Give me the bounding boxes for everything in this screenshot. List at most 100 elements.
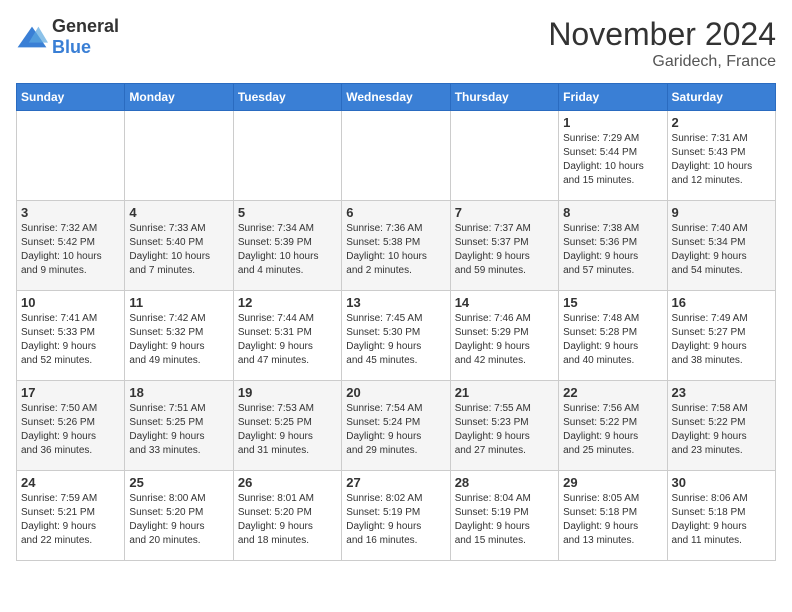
day-info: Sunrise: 7:51 AM Sunset: 5:25 PM Dayligh… [129, 402, 228, 458]
calendar-cell: 13 Sunrise: 7:45 AM Sunset: 5:30 PM Dayli… [342, 291, 450, 381]
logo: General Blue [16, 16, 119, 58]
day-number: 6 [346, 205, 445, 220]
logo-general: General [52, 16, 119, 36]
calendar-cell: 17 Sunrise: 7:50 AM Sunset: 5:26 PM Dayli… [17, 381, 125, 471]
day-number: 20 [346, 385, 445, 400]
day-number: 21 [455, 385, 554, 400]
calendar-cell: 3 Sunrise: 7:32 AM Sunset: 5:42 PM Daylig… [17, 201, 125, 291]
logo-icon [16, 25, 48, 49]
calendar-cell [17, 111, 125, 201]
day-number: 10 [21, 295, 120, 310]
calendar-week-2: 3 Sunrise: 7:32 AM Sunset: 5:42 PM Daylig… [17, 201, 776, 291]
calendar-body: 1Sunrise: 7:29 AM Sunset: 5:44 PM Daylig… [17, 111, 776, 561]
day-number: 8 [563, 205, 662, 220]
day-info: Sunrise: 8:05 AM Sunset: 5:18 PM Dayligh… [563, 492, 662, 548]
day-number: 5 [238, 205, 337, 220]
calendar-cell: 24Sunrise: 7:59 AM Sunset: 5:21 PM Dayli… [17, 471, 125, 561]
day-number: 27 [346, 475, 445, 490]
calendar-cell: 6 Sunrise: 7:36 AM Sunset: 5:38 PM Daylig… [342, 201, 450, 291]
calendar-cell: 23 Sunrise: 7:58 AM Sunset: 5:22 PM Dayli… [667, 381, 775, 471]
calendar-header: SundayMondayTuesdayWednesdayThursdayFrid… [17, 84, 776, 111]
day-info: Sunrise: 7:36 AM Sunset: 5:38 PM Dayligh… [346, 222, 445, 278]
day-number: 28 [455, 475, 554, 490]
day-info: Sunrise: 7:34 AM Sunset: 5:39 PM Dayligh… [238, 222, 337, 278]
calendar-cell: 2Sunrise: 7:31 AM Sunset: 5:43 PM Daylig… [667, 111, 775, 201]
day-info: Sunrise: 8:06 AM Sunset: 5:18 PM Dayligh… [672, 492, 771, 548]
day-info: Sunrise: 7:45 AM Sunset: 5:30 PM Dayligh… [346, 312, 445, 368]
day-info: Sunrise: 7:40 AM Sunset: 5:34 PM Dayligh… [672, 222, 771, 278]
weekday-header-tuesday: Tuesday [233, 84, 341, 111]
calendar-cell: 9Sunrise: 7:40 AM Sunset: 5:34 PM Daylig… [667, 201, 775, 291]
calendar-cell [450, 111, 558, 201]
day-number: 13 [346, 295, 445, 310]
calendar-cell: 29 Sunrise: 8:05 AM Sunset: 5:18 PM Dayli… [559, 471, 667, 561]
calendar-cell: 27 Sunrise: 8:02 AM Sunset: 5:19 PM Dayli… [342, 471, 450, 561]
day-info: Sunrise: 7:44 AM Sunset: 5:31 PM Dayligh… [238, 312, 337, 368]
day-info: Sunrise: 7:31 AM Sunset: 5:43 PM Dayligh… [672, 132, 771, 188]
day-number: 14 [455, 295, 554, 310]
calendar-cell: 16Sunrise: 7:49 AM Sunset: 5:27 PM Dayli… [667, 291, 775, 381]
day-number: 19 [238, 385, 337, 400]
calendar-cell: 22Sunrise: 7:56 AM Sunset: 5:22 PM Dayli… [559, 381, 667, 471]
day-info: Sunrise: 7:33 AM Sunset: 5:40 PM Dayligh… [129, 222, 228, 278]
calendar-cell: 28 Sunrise: 8:04 AM Sunset: 5:19 PM Dayli… [450, 471, 558, 561]
calendar-cell [125, 111, 233, 201]
calendar-cell: 14 Sunrise: 7:46 AM Sunset: 5:29 PM Dayli… [450, 291, 558, 381]
title-area: November 2024 Garidech, France [548, 16, 776, 71]
weekday-header-friday: Friday [559, 84, 667, 111]
day-number: 11 [129, 295, 228, 310]
calendar-cell: 12Sunrise: 7:44 AM Sunset: 5:31 PM Dayli… [233, 291, 341, 381]
logo-text: General Blue [52, 16, 119, 58]
day-info: Sunrise: 8:00 AM Sunset: 5:20 PM Dayligh… [129, 492, 228, 548]
calendar-cell: 21 Sunrise: 7:55 AM Sunset: 5:23 PM Dayli… [450, 381, 558, 471]
weekday-header-thursday: Thursday [450, 84, 558, 111]
month-title: November 2024 [548, 16, 776, 53]
day-info: Sunrise: 7:59 AM Sunset: 5:21 PM Dayligh… [21, 492, 120, 548]
weekday-header-monday: Monday [125, 84, 233, 111]
day-info: Sunrise: 7:50 AM Sunset: 5:26 PM Dayligh… [21, 402, 120, 458]
day-number: 23 [672, 385, 771, 400]
calendar-cell: 26 Sunrise: 8:01 AM Sunset: 5:20 PM Dayli… [233, 471, 341, 561]
calendar-cell: 19Sunrise: 7:53 AM Sunset: 5:25 PM Dayli… [233, 381, 341, 471]
day-info: Sunrise: 7:58 AM Sunset: 5:22 PM Dayligh… [672, 402, 771, 458]
day-number: 15 [563, 295, 662, 310]
calendar-cell [233, 111, 341, 201]
calendar-cell [342, 111, 450, 201]
day-number: 25 [129, 475, 228, 490]
day-info: Sunrise: 7:56 AM Sunset: 5:22 PM Dayligh… [563, 402, 662, 458]
day-info: Sunrise: 8:01 AM Sunset: 5:20 PM Dayligh… [238, 492, 337, 548]
day-info: Sunrise: 8:04 AM Sunset: 5:19 PM Dayligh… [455, 492, 554, 548]
day-number: 7 [455, 205, 554, 220]
logo-blue: Blue [52, 37, 91, 57]
day-info: Sunrise: 8:02 AM Sunset: 5:19 PM Dayligh… [346, 492, 445, 548]
weekday-header-saturday: Saturday [667, 84, 775, 111]
weekday-header-wednesday: Wednesday [342, 84, 450, 111]
day-number: 18 [129, 385, 228, 400]
day-info: Sunrise: 7:46 AM Sunset: 5:29 PM Dayligh… [455, 312, 554, 368]
day-number: 30 [672, 475, 771, 490]
day-info: Sunrise: 7:38 AM Sunset: 5:36 PM Dayligh… [563, 222, 662, 278]
calendar-cell: 7 Sunrise: 7:37 AM Sunset: 5:37 PM Daylig… [450, 201, 558, 291]
calendar-cell: 4 Sunrise: 7:33 AM Sunset: 5:40 PM Daylig… [125, 201, 233, 291]
calendar-cell: 18 Sunrise: 7:51 AM Sunset: 5:25 PM Dayli… [125, 381, 233, 471]
day-number: 26 [238, 475, 337, 490]
weekday-row: SundayMondayTuesdayWednesdayThursdayFrid… [17, 84, 776, 111]
calendar-week-3: 10Sunrise: 7:41 AM Sunset: 5:33 PM Dayli… [17, 291, 776, 381]
calendar-table: SundayMondayTuesdayWednesdayThursdayFrid… [16, 83, 776, 561]
day-info: Sunrise: 7:37 AM Sunset: 5:37 PM Dayligh… [455, 222, 554, 278]
day-info: Sunrise: 7:55 AM Sunset: 5:23 PM Dayligh… [455, 402, 554, 458]
day-info: Sunrise: 7:29 AM Sunset: 5:44 PM Dayligh… [563, 132, 662, 188]
day-info: Sunrise: 7:48 AM Sunset: 5:28 PM Dayligh… [563, 312, 662, 368]
day-number: 29 [563, 475, 662, 490]
day-number: 4 [129, 205, 228, 220]
calendar-cell: 5 Sunrise: 7:34 AM Sunset: 5:39 PM Daylig… [233, 201, 341, 291]
weekday-header-sunday: Sunday [17, 84, 125, 111]
calendar-cell: 10Sunrise: 7:41 AM Sunset: 5:33 PM Dayli… [17, 291, 125, 381]
day-info: Sunrise: 7:32 AM Sunset: 5:42 PM Dayligh… [21, 222, 120, 278]
day-number: 3 [21, 205, 120, 220]
calendar-cell: 15 Sunrise: 7:48 AM Sunset: 5:28 PM Dayli… [559, 291, 667, 381]
day-info: Sunrise: 7:54 AM Sunset: 5:24 PM Dayligh… [346, 402, 445, 458]
calendar-week-5: 24Sunrise: 7:59 AM Sunset: 5:21 PM Dayli… [17, 471, 776, 561]
location-subtitle: Garidech, France [548, 53, 776, 71]
day-number: 17 [21, 385, 120, 400]
